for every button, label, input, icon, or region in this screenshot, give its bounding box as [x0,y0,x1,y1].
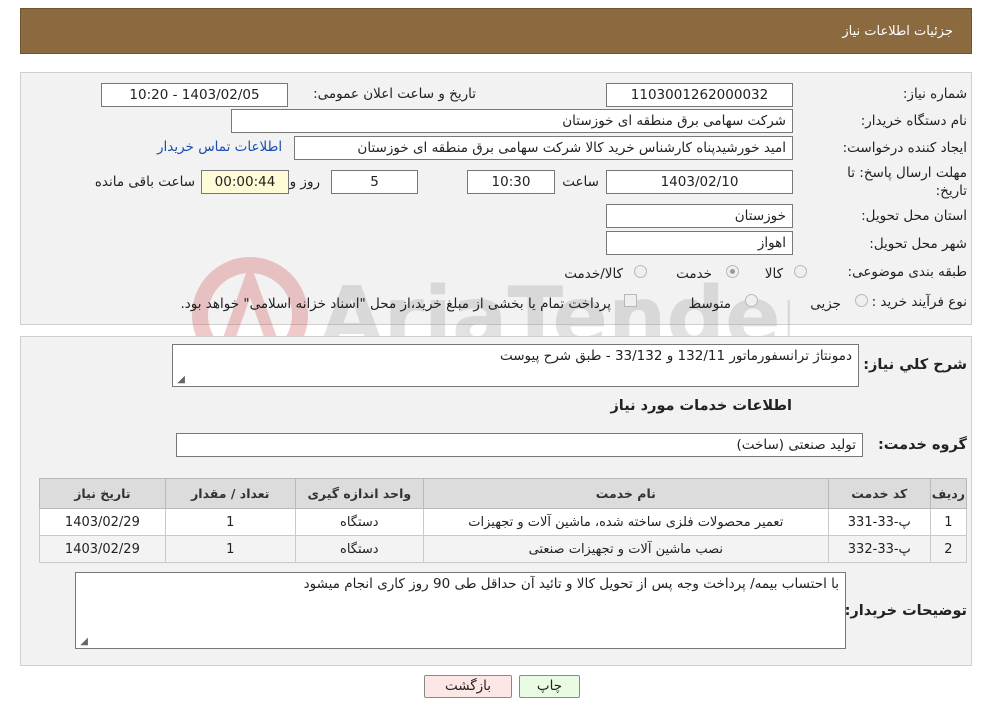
page-header: جزئیات اطلاعات نیاز [20,8,972,54]
process-jozei-radio[interactable] [855,294,868,307]
col-header-quantity: تعداد / مقدار [164,478,296,509]
province-label: استان محل تحویل: [861,208,967,224]
cell-service-name: نصب ماشین آلات و تجهیزات صنعتی [422,535,829,563]
cell-row-number: 2 [929,535,968,563]
deadline-hour-label: ساعت [562,174,599,190]
resize-grip-icon[interactable]: ◢ [175,375,185,385]
days-field: 5 [331,170,418,194]
remaining-time-field: 00:00:44 [201,170,289,194]
buyer-notes-label: توضیحات خریدار: [844,603,967,619]
category-kala-khedmat-radio[interactable] [634,265,647,278]
cell-unit: دستگاه [294,535,424,563]
cell-need-date: 1403/02/29 [39,535,166,563]
col-header-unit: واحد اندازه گیری [294,478,424,509]
remaining-label: ساعت باقی مانده [94,174,195,190]
cell-service-code: پ-33-332 [827,535,931,563]
summary-label: شرح کلي نياز: [863,357,967,373]
print-button[interactable]: چاپ [519,675,580,698]
services-table: ردیف کد خدمت نام خدمت واحد اندازه گیری ت… [39,478,968,563]
need-number-field: 1103001262000032 [606,83,793,107]
deadline-date-field: 1403/02/10 [606,170,793,194]
buyer-notes-text: با احتساب بیمه/ پرداخت وجه پس از تحویل ک… [303,576,839,592]
category-kala-label: کالا [764,266,783,282]
days-label: روز و [289,174,320,190]
resize-grip-icon[interactable]: ◢ [78,637,88,647]
category-label: طبقه بندی موضوعی: [847,264,967,280]
summary-text: دمونتاژ ترانسفورماتور 132/11 و 33/132 - … [499,348,852,364]
service-group-label: گروه خدمت: [877,437,967,453]
deadline-label-line1: مهلت ارسال پاسخ: تا [847,165,967,181]
cell-quantity: 1 [164,535,296,563]
cell-row-number: 1 [929,508,968,536]
process-motavaset-label: متوسط [688,296,731,312]
table-row: 2 پ-33-332 نصب ماشین آلات و تجهیزات صنعت… [39,535,968,563]
cell-service-name: تعمیر محصولات فلزی ساخته شده، ماشین آلات… [422,508,829,536]
service-group-field: تولید صنعتی (ساخت) [176,433,863,457]
deadline-label-line2: تاریخ: [935,183,967,199]
cell-unit: دستگاه [294,508,424,536]
cell-need-date: 1403/02/29 [39,508,166,536]
category-khedmat-radio[interactable] [726,265,739,278]
deadline-time-field: 10:30 [467,170,555,194]
category-khedmat-label: خدمت [676,266,712,282]
buyer-notes-field: با احتساب بیمه/ پرداخت وجه پس از تحویل ک… [75,572,846,649]
city-label: شهر محل تحویل: [869,236,967,252]
announce-field: 1403/02/05 - 10:20 [101,83,288,107]
buyer-org-label: نام دستگاه خریدار: [860,113,967,129]
back-button[interactable]: بازگشت [424,675,512,698]
services-heading: اطلاعات خدمات مورد نیاز [610,398,792,414]
announce-label: تاریخ و ساعت اعلان عمومی: [313,86,476,102]
category-kala-radio[interactable] [794,265,807,278]
treasury-payment-checkbox[interactable] [624,294,637,307]
summary-field: دمونتاژ ترانسفورماتور 132/11 و 33/132 - … [172,344,859,387]
col-header-service-code: کد خدمت [827,478,931,509]
requester-field: امید خورشیدپناه کارشناس خرید کالا شرکت س… [294,136,793,160]
category-kala-khedmat-label: کالا/خدمت [564,266,623,282]
city-field: اهواز [606,231,793,255]
process-jozei-label: جزیی [810,296,841,312]
col-header-row-number: ردیف [929,478,968,509]
requester-label: ایجاد کننده درخواست: [842,140,967,156]
buyer-org-field: شرکت سهامی برق منطقه ای خوزستان [231,109,793,133]
page-title: جزئیات اطلاعات نیاز [842,23,953,39]
cell-service-code: پ-33-331 [827,508,931,536]
process-motavaset-radio[interactable] [745,294,758,307]
province-field: خوزستان [606,204,793,228]
buyer-contact-link[interactable]: اطلاعات تماس خریدار [157,139,282,155]
table-row: 1 پ-33-331 تعمیر محصولات فلزی ساخته شده،… [39,508,968,536]
col-header-need-date: تاریخ نیاز [39,478,166,509]
payment-note: پرداخت تمام یا بخشی از مبلغ خرید،از محل … [180,296,611,312]
need-number-label: شماره نیاز: [902,86,967,102]
col-header-service-name: نام خدمت [422,478,829,509]
process-label: نوع فرآیند خرید : [871,294,967,310]
cell-quantity: 1 [164,508,296,536]
table-header-row: ردیف کد خدمت نام خدمت واحد اندازه گیری ت… [39,478,968,509]
